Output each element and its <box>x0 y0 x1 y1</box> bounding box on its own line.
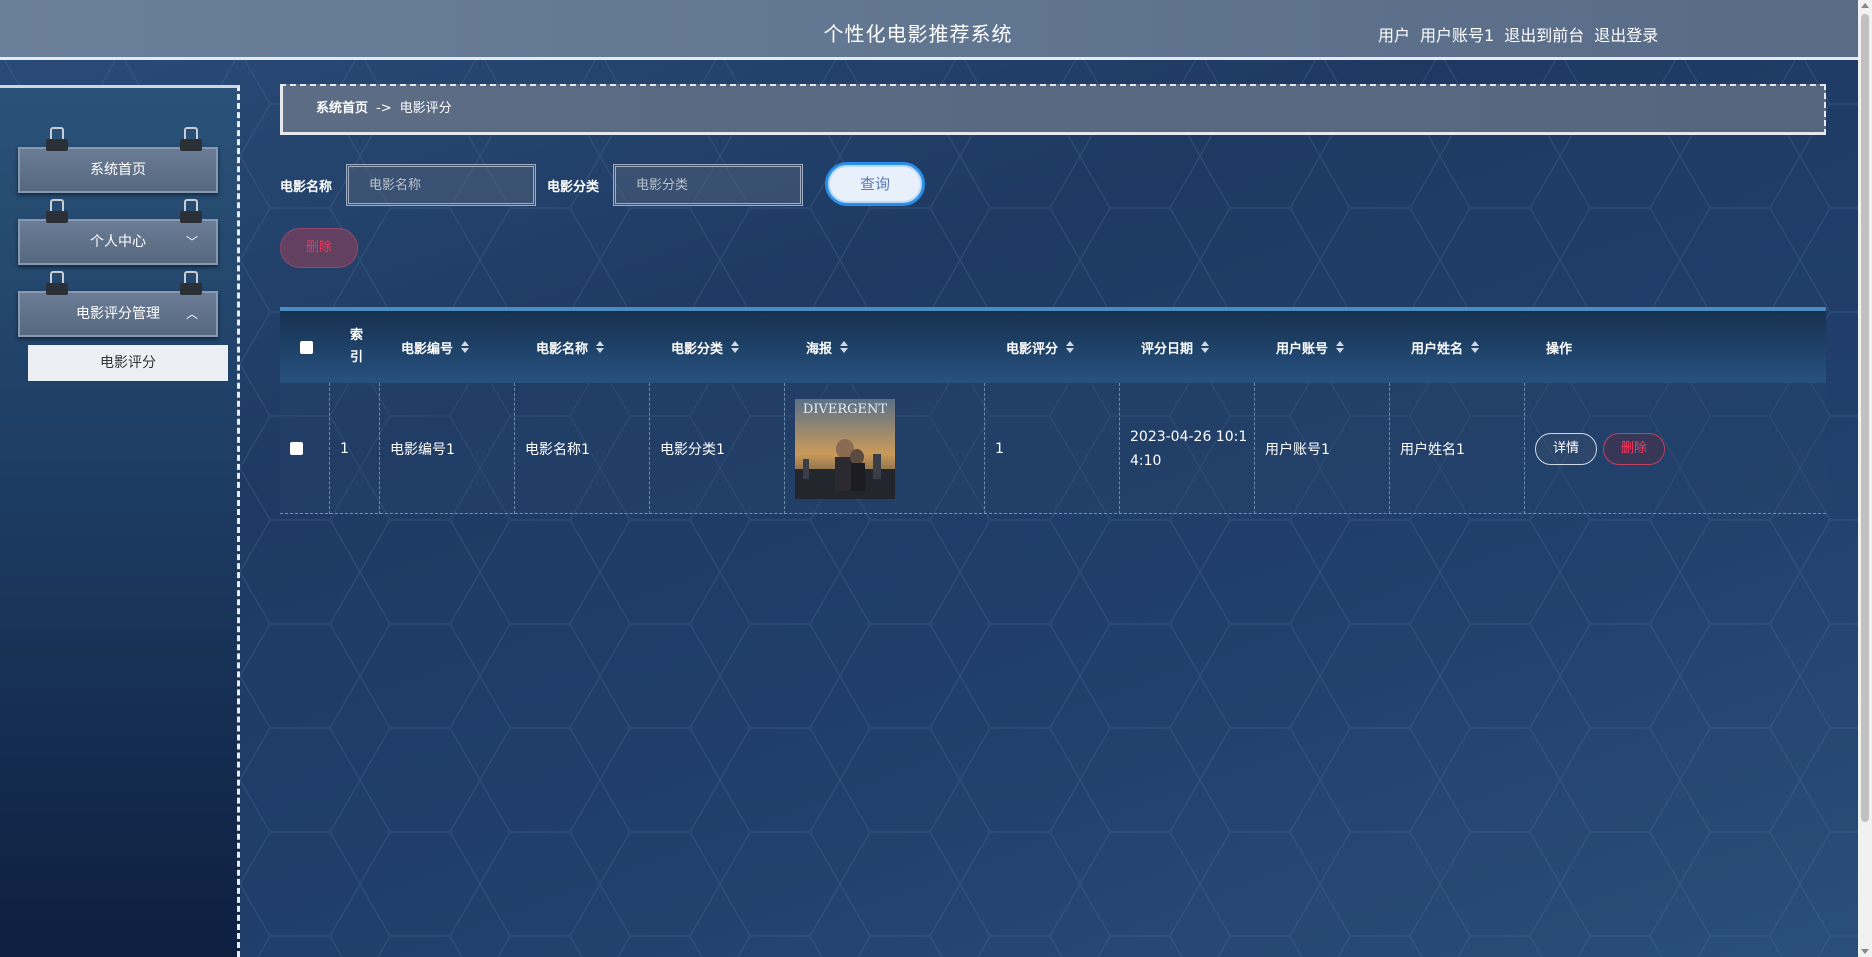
sidebar-item-rating-management[interactable]: 电影评分管理 ︿ <box>18 271 218 337</box>
column-label: 电影评分 <box>1006 341 1059 357</box>
detail-button[interactable]: 详情 <box>1535 432 1597 465</box>
cell-poster: DIVERGENT <box>785 383 985 514</box>
binder-clip-icon <box>180 127 202 151</box>
cell-category: 电影分类1 <box>650 383 785 514</box>
movie-name-input[interactable] <box>346 164 536 206</box>
scroll-down-arrow-icon[interactable] <box>1861 949 1869 954</box>
column-label: 电影分类 <box>671 341 724 357</box>
binder-clip-icon <box>180 199 202 223</box>
binder-clip-icon <box>46 271 68 295</box>
query-button[interactable]: 查询 <box>825 162 925 206</box>
table-row: 1 电影编号1 电影名称1 电影分类1 DIVERGENT 1 2023-04-… <box>280 383 1826 514</box>
column-header-rating-date[interactable]: 评分日期 <box>1141 311 1210 383</box>
user-info: 用户 用户账号1 退出到前台 退出登录 <box>1378 22 1668 46</box>
column-header-category[interactable]: 电影分类 <box>671 311 740 383</box>
column-label: 海报 <box>806 341 833 357</box>
sort-icon[interactable] <box>731 341 740 353</box>
column-label: 评分日期 <box>1141 341 1194 357</box>
column-label: 用户账号 <box>1276 341 1329 357</box>
sort-icon[interactable] <box>1336 341 1345 353</box>
cell-rating-date: 2023-04-26 10:1 4:10 <box>1120 383 1255 514</box>
rating-table: 索引 电影编号 电影名称 电影分类 海报 电影评分 评分日期 用户账号 用户姓名… <box>280 307 1826 514</box>
sort-icon[interactable] <box>840 341 849 353</box>
top-header: 个性化电影推荐系统 用户 用户账号1 退出到前台 退出登录 <box>0 0 1860 60</box>
row-checkbox[interactable] <box>280 383 330 514</box>
cell-index: 1 <box>330 383 380 514</box>
poster-title: DIVERGENT <box>803 402 887 417</box>
column-label: 用户姓名 <box>1411 341 1464 357</box>
sort-icon[interactable] <box>1066 341 1075 353</box>
cell-movie-no: 电影编号1 <box>380 383 515 514</box>
breadcrumb-current: 电影评分 <box>399 101 452 116</box>
column-label: 电影名称 <box>536 341 589 357</box>
scroll-up-arrow-icon[interactable] <box>1861 3 1869 8</box>
sort-icon[interactable] <box>461 341 470 353</box>
sidebar-item-label: 系统首页 <box>90 162 146 178</box>
sort-icon[interactable] <box>596 341 605 353</box>
column-header-index: 索引 <box>350 328 364 365</box>
column-header-movie-no[interactable]: 电影编号 <box>401 311 470 383</box>
sidebar-item-label: 电影评分管理 <box>76 306 160 322</box>
user-account: 用户账号1 <box>1420 26 1495 45</box>
movie-name-label: 电影名称 <box>280 180 333 195</box>
sidebar-item-personal-center[interactable]: 个人中心 ﹀ <box>18 199 218 265</box>
delete-button[interactable]: 删除 <box>1603 432 1665 465</box>
binder-clip-icon <box>180 271 202 295</box>
cell-actions: 详情 删除 <box>1525 383 1826 514</box>
sidebar-subitem-movie-rating[interactable]: 电影评分 <box>28 345 228 381</box>
cell-rating: 1 <box>985 383 1120 514</box>
cell-user-account: 用户账号1 <box>1255 383 1390 514</box>
select-all-checkbox[interactable] <box>300 311 313 383</box>
page-scrollbar[interactable] <box>1858 0 1872 957</box>
movie-category-input[interactable] <box>613 164 803 206</box>
chevron-down-icon: ﹀ <box>185 235 198 249</box>
batch-delete-button[interactable]: 删除 <box>280 228 358 268</box>
column-header-poster[interactable]: 海报 <box>806 311 849 383</box>
cell-movie-name: 电影名称1 <box>515 383 650 514</box>
scrollbar-thumb[interactable] <box>1861 14 1869 822</box>
logout-link[interactable]: 退出登录 <box>1594 26 1658 45</box>
movie-poster-image[interactable]: DIVERGENT <box>795 398 895 499</box>
column-header-actions: 操作 <box>1546 341 1573 357</box>
chevron-up-icon: ︿ <box>185 307 198 321</box>
back-to-front-link[interactable]: 退出到前台 <box>1504 26 1584 45</box>
breadcrumb-separator: -> <box>376 101 392 116</box>
user-role: 用户 <box>1378 26 1411 45</box>
cell-user-name: 用户姓名1 <box>1390 383 1525 514</box>
sort-icon[interactable] <box>1201 341 1210 353</box>
table-header: 索引 电影编号 电影名称 电影分类 海报 电影评分 评分日期 用户账号 用户姓名… <box>280 311 1826 383</box>
sidebar: 系统首页 个人中心 ﹀ 电影评分管理 ︿ 电影评分 <box>0 85 240 957</box>
breadcrumb: 系统首页 -> 电影评分 <box>280 84 1826 135</box>
column-header-user-name[interactable]: 用户姓名 <box>1411 311 1480 383</box>
column-header-rating[interactable]: 电影评分 <box>1006 311 1075 383</box>
column-header-movie-name[interactable]: 电影名称 <box>536 311 605 383</box>
movie-category-label: 电影分类 <box>547 180 600 195</box>
binder-clip-icon <box>46 127 68 151</box>
sort-icon[interactable] <box>1471 341 1480 353</box>
column-header-user-account[interactable]: 用户账号 <box>1276 311 1345 383</box>
column-label: 电影编号 <box>401 341 454 357</box>
date-line: 2023-04-26 10:1 <box>1130 428 1248 445</box>
binder-clip-icon <box>46 199 68 223</box>
sidebar-item-home[interactable]: 系统首页 <box>18 127 218 193</box>
date-line: 4:10 <box>1130 452 1162 469</box>
sidebar-item-label: 个人中心 <box>90 234 146 250</box>
breadcrumb-home-link[interactable]: 系统首页 <box>316 101 368 116</box>
